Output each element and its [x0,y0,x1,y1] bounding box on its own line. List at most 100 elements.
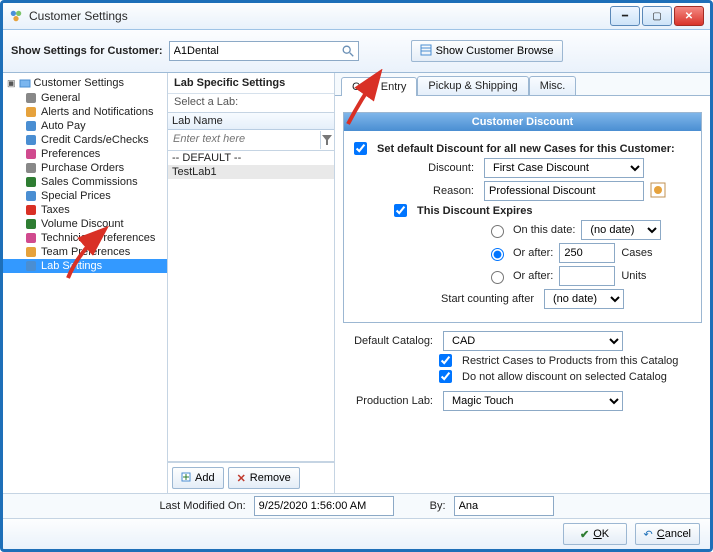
customer-search-input[interactable] [169,41,359,61]
tree-item-general[interactable]: General [3,91,167,105]
show-customer-browse-button[interactable]: Show Customer Browse [411,40,563,62]
undo-icon: ↶ [644,528,653,541]
tree-item-technician-preferences[interactable]: Technician Preferences [3,231,167,245]
reason-picker-icon[interactable] [650,182,666,201]
tree-item-label: Technician Preferences [41,232,155,244]
no-discount-catalog-label: Do not allow discount on selected Catalo… [462,371,667,383]
tree-item-label: Preferences [41,148,100,160]
tree-item-label: Special Prices [41,190,111,202]
last-modified-value [254,496,394,516]
restrict-cases-checkbox[interactable] [439,354,452,367]
lab-icon [25,260,37,272]
production-lab-label: Production Lab: [343,395,437,407]
tree-item-taxes[interactable]: Taxes [3,203,167,217]
remove-lab-button[interactable]: ✕ Remove [228,467,300,489]
expire-after-cases-radio[interactable] [491,248,504,261]
units-input[interactable] [559,266,615,286]
tree-item-credit-cards-echecks[interactable]: Credit Cards/eChecks [3,133,167,147]
expire-after-units-label: Or after: [513,270,553,282]
add-lab-button[interactable]: Add [172,467,224,489]
tree-item-preferences[interactable]: Preferences [3,147,167,161]
browse-icon [420,44,432,59]
set-default-discount-checkbox[interactable] [354,142,367,155]
default-catalog-select[interactable]: CAD [443,331,623,351]
lab-row[interactable]: -- DEFAULT -- [168,151,334,165]
tree-item-volume-discount[interactable]: Volume Discount [3,217,167,231]
no-discount-catalog-checkbox[interactable] [439,370,452,383]
tree-item-label: Lab Settings [41,260,102,272]
tree-item-alerts-and-notifications[interactable]: Alerts and Notifications [3,105,167,119]
lab-name-column-header[interactable]: Lab Name [168,113,334,130]
discount-expires-checkbox[interactable] [394,204,407,217]
expire-date-select[interactable]: (no date) [581,220,661,240]
customer-discount-group: Customer Discount Set default Discount f… [343,112,702,323]
discount-expires-label: This Discount Expires [417,205,533,217]
ok-button[interactable]: ✔ OK [563,523,627,545]
tree-item-label: Auto Pay [41,120,86,132]
expire-after-cases-label: Or after: [513,247,553,259]
expire-on-date-radio[interactable] [491,225,504,238]
discount-label: Discount: [354,162,478,174]
lab-settings-heading: Lab Specific Settings [168,73,334,94]
start-counting-select[interactable]: (no date) [544,289,624,309]
tree-item-label: Team Preferences [41,246,130,258]
reason-label: Reason: [354,185,478,197]
window-maximize-button[interactable]: ▢ [642,6,672,26]
team-icon [25,246,37,258]
set-default-discount-label: Set default Discount for all new Cases f… [377,143,675,155]
show-settings-label: Show Settings for Customer: [11,45,163,57]
by-value [454,496,554,516]
tree-item-special-prices[interactable]: Special Prices [3,189,167,203]
search-icon[interactable] [340,43,356,59]
cases-unit: Cases [621,247,652,259]
cancel-button[interactable]: ↶ Cancel [635,523,700,545]
lab-row[interactable]: TestLab1 [168,165,334,179]
window-title: Customer Settings [29,9,610,23]
reason-input[interactable] [484,181,644,201]
right-tabs: Case Entry Pickup & Shipping Misc. [335,73,710,96]
tree-root[interactable]: ▣ Customer Settings [3,75,167,91]
tree-item-purchase-orders[interactable]: Purchase Orders [3,161,167,175]
tree-item-sales-commissions[interactable]: Sales Commissions [3,175,167,189]
select-lab-label: Select a Lab: [168,94,334,112]
customer-discount-title: Customer Discount [344,113,701,131]
tree-item-label: Taxes [41,204,70,216]
card-icon [25,134,37,146]
folder-icon [19,77,31,89]
price-icon [25,190,37,202]
tab-case-entry[interactable]: Case Entry [341,77,417,96]
target-icon [25,148,37,160]
cases-input[interactable] [559,243,615,263]
tree-item-label: Alerts and Notifications [41,106,154,118]
money-icon [25,176,37,188]
tree-item-label: General [41,92,80,104]
card-icon [25,120,37,132]
units-unit: Units [621,270,646,282]
tree-item-label: Credit Cards/eChecks [41,134,149,146]
production-lab-select[interactable]: Magic Touch [443,391,623,411]
window-minimize-button[interactable]: ━ [610,6,640,26]
settings-tree[interactable]: ▣ Customer Settings General Alerts and No… [3,73,168,493]
last-modified-label: Last Modified On: [159,500,245,512]
filter-icon[interactable] [320,131,333,149]
expire-after-units-radio[interactable] [491,271,504,284]
lab-filter-input[interactable] [169,131,320,147]
gear-icon [25,92,37,104]
tree-item-team-preferences[interactable]: Team Preferences [3,245,167,259]
tab-misc[interactable]: Misc. [529,76,577,95]
volume-icon [25,218,37,230]
remove-icon: ✕ [237,472,246,485]
add-icon [181,472,191,485]
collapse-icon[interactable]: ▣ [7,78,16,89]
window-close-button[interactable]: ✕ [674,6,704,26]
tree-item-auto-pay[interactable]: Auto Pay [3,119,167,133]
tax-icon [25,204,37,216]
ok-icon: ✔ [580,528,589,541]
tree-item-lab-settings[interactable]: Lab Settings [3,259,167,273]
tree-item-label: Volume Discount [41,218,124,230]
discount-select[interactable]: First Case Discount [484,158,644,178]
start-counting-label: Start counting after [354,293,538,305]
tree-item-label: Sales Commissions [41,176,138,188]
tab-pickup-shipping[interactable]: Pickup & Shipping [417,76,528,95]
doc-icon [25,162,37,174]
